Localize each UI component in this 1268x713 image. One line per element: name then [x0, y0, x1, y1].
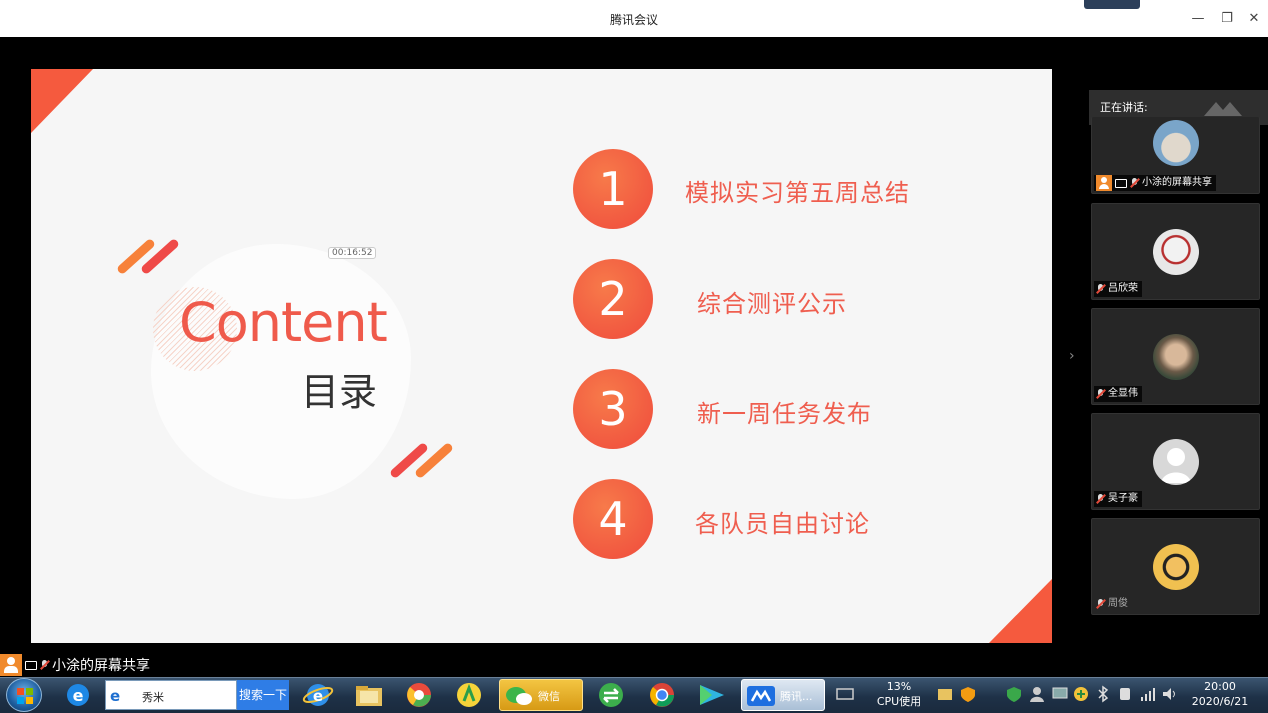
add-tray-icon[interactable] [1072, 685, 1090, 703]
tencent-meeting-icon [747, 686, 775, 706]
avatar [1153, 544, 1199, 590]
tencent-meeting-label: 腾讯... [780, 690, 813, 703]
mic-muted-icon [1130, 178, 1139, 188]
host-icon [0, 654, 22, 676]
users-tray-icon[interactable] [1028, 685, 1046, 703]
avatar [1153, 439, 1199, 485]
mic-muted-icon [40, 660, 49, 670]
folder-tray-icon[interactable] [936, 685, 954, 703]
participant-tile[interactable]: 吴子豪 [1091, 413, 1260, 510]
cpu-usage[interactable]: 13% CPU使用 [872, 680, 926, 709]
bluetooth-icon[interactable] [1096, 685, 1110, 703]
cpu-label: CPU使用 [876, 695, 922, 708]
search-query: 秀米 [142, 691, 164, 704]
sync-app-icon[interactable] [594, 680, 628, 710]
svg-text:e: e [313, 687, 323, 705]
wechat-label: 微信 [538, 690, 560, 703]
avatar [1153, 120, 1199, 166]
internet-explorer-icon[interactable]: e [62, 680, 94, 710]
participant-tile[interactable]: 周俊 [1091, 518, 1260, 615]
input-method-icon[interactable] [1117, 685, 1133, 703]
participant-name: 小涂的屏幕共享 [1142, 177, 1212, 188]
search-input[interactable]: e 秀米 [105, 680, 237, 710]
ie-search-icon: e [110, 687, 121, 705]
mic-muted-icon [1096, 284, 1105, 294]
app-window: 腾讯会议 — ❐ ✕ 00:16:52 Content 目录 1 模拟实习第五周… [0, 0, 1268, 713]
qq-music-icon[interactable] [452, 680, 486, 710]
item-number-4: 4 [573, 479, 653, 559]
avatar [1153, 334, 1199, 380]
mic-muted-icon [1096, 494, 1105, 504]
slide-heading-chinese: 目录 [301, 370, 378, 414]
participant-name: 吕欣荣 [1108, 283, 1138, 294]
title-bar: 腾讯会议 — ❐ ✕ [0, 0, 1268, 37]
cpu-percent: 13% [886, 680, 912, 693]
item-text-3: 新一周任务发布 [697, 400, 872, 428]
taskbar-wechat[interactable]: 微信 [499, 679, 583, 711]
taskbar-tencent-meeting[interactable]: 腾讯... [741, 679, 825, 711]
network-indicator [1084, 0, 1140, 9]
chrome-icon[interactable] [645, 680, 679, 710]
mic-muted-icon [1096, 389, 1105, 399]
default-avatar-icon [1161, 448, 1191, 483]
collapse-panel-chevron-icon[interactable]: › [1069, 348, 1075, 364]
participant-nametag: 吴子豪 [1094, 491, 1142, 507]
video-player-icon[interactable] [694, 680, 728, 710]
screen-share-label: 小涂的屏幕共享 [0, 654, 150, 676]
windows-logo-icon [17, 688, 33, 704]
window-title: 腾讯会议 [609, 13, 658, 27]
svg-text:e: e [73, 686, 84, 705]
restore-button[interactable]: ❐ [1218, 10, 1236, 28]
item-text-1: 模拟实习第五周总结 [685, 179, 910, 207]
keyboard-icon[interactable] [836, 685, 854, 701]
participant-name: 全显伟 [1108, 388, 1138, 399]
security-shield-icon[interactable] [959, 685, 977, 703]
minimize-button[interactable]: — [1189, 10, 1207, 28]
file-explorer-icon[interactable] [352, 680, 386, 710]
network-signal-icon[interactable] [1139, 685, 1157, 703]
antivirus-shield-icon[interactable] [1005, 685, 1023, 703]
item-text-4: 各队员自由讨论 [695, 510, 870, 538]
screen-share-name: 小涂的屏幕共享 [52, 658, 150, 674]
speaking-label: 正在讲话: [1100, 101, 1148, 114]
item-number-2: 2 [573, 259, 653, 339]
participant-tile[interactable]: 小涂的屏幕共享 [1091, 117, 1260, 194]
clock-time: 20:00 [1204, 680, 1236, 693]
participant-nametag: 周俊 [1094, 596, 1132, 612]
participant-name: 周俊 [1108, 598, 1128, 609]
mic-muted-icon [1096, 599, 1105, 609]
chrome-colorful-icon[interactable] [402, 680, 436, 710]
search-button[interactable]: 搜索一下 [237, 680, 289, 710]
display-tray-icon[interactable] [1051, 685, 1069, 703]
participant-nametag: 吕欣荣 [1094, 281, 1142, 297]
tencent-meeting-logo-icon [1204, 102, 1242, 116]
item-text-2: 综合测评公示 [697, 290, 847, 318]
recording-timer: 00:16:52 [328, 247, 377, 259]
ie-browser-icon[interactable]: e [300, 680, 336, 710]
host-icon [1096, 175, 1112, 191]
wechat-icon [506, 687, 532, 705]
screen-share-icon [1115, 178, 1127, 188]
participant-panel: 正在讲话: 小涂的屏幕共享 吕欣荣 全显伟 吴子豪 周俊 [1089, 90, 1268, 620]
avatar [1153, 229, 1199, 275]
slide-heading-english: Content [179, 291, 388, 354]
participant-tile[interactable]: 吕欣荣 [1091, 203, 1260, 300]
participant-nametag: 全显伟 [1094, 386, 1142, 402]
participant-name: 吴子豪 [1108, 493, 1138, 504]
participant-nametag: 小涂的屏幕共享 [1094, 175, 1216, 191]
top-left-corner-triangle [31, 69, 93, 133]
screen-share-icon [25, 660, 37, 670]
item-number-3: 3 [573, 369, 653, 449]
clock[interactable]: 20:00 2020/6/21 [1190, 680, 1250, 708]
shared-slide: 00:16:52 Content 目录 1 模拟实习第五周总结 2 综合测评公示… [31, 69, 1052, 643]
start-button[interactable] [6, 678, 42, 712]
volume-icon[interactable] [1161, 685, 1179, 703]
clock-date: 2020/6/21 [1191, 695, 1249, 708]
participant-tile[interactable]: 全显伟 [1091, 308, 1260, 405]
close-button[interactable]: ✕ [1245, 10, 1263, 28]
item-number-1: 1 [573, 149, 653, 229]
bottom-right-corner-triangle [989, 579, 1052, 643]
